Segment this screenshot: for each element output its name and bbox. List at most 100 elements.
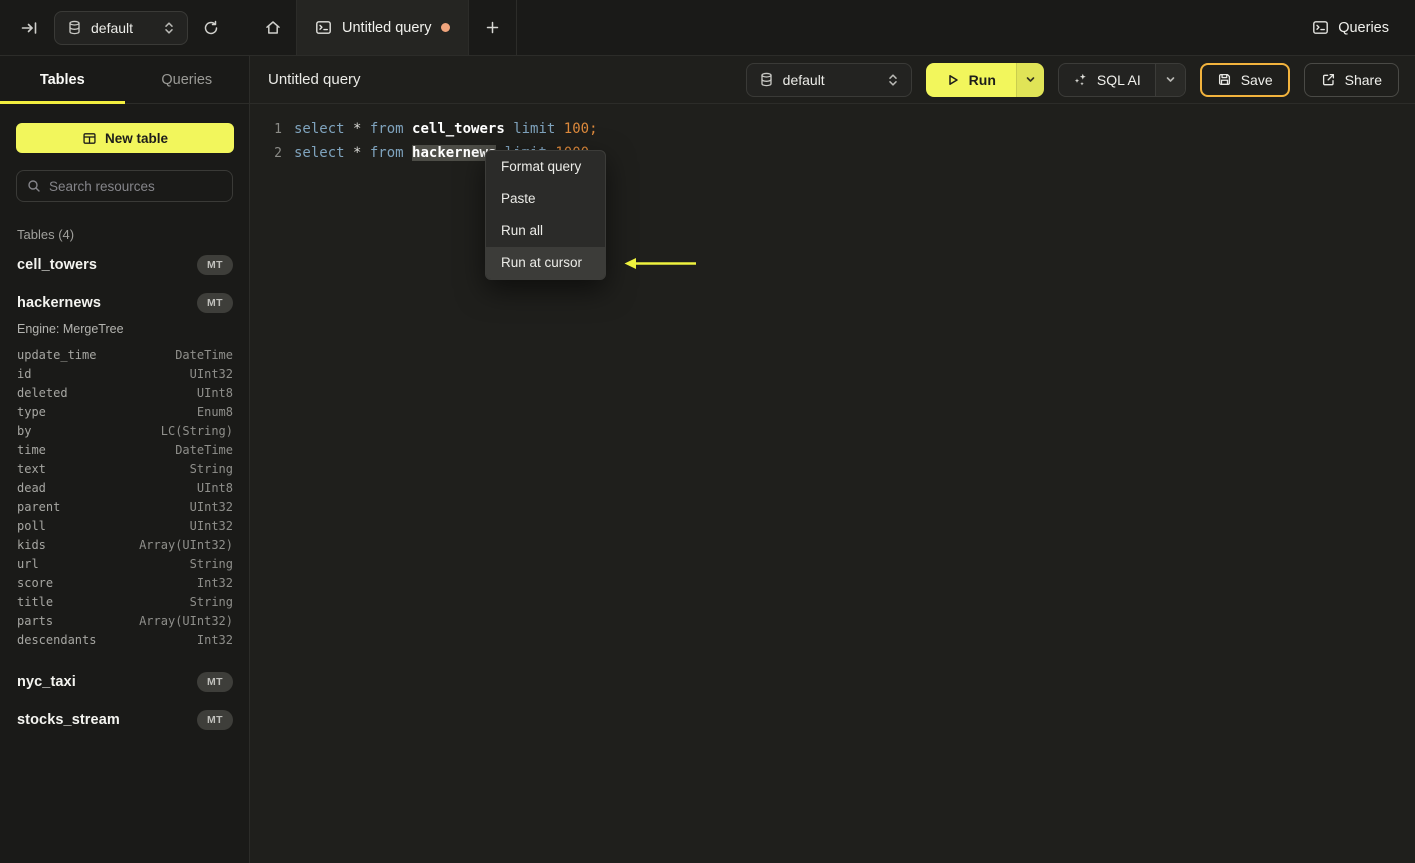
column-type: UInt8 bbox=[196, 385, 233, 400]
editor-header-controls: default Run SQL AI Save Share bbox=[730, 62, 1399, 97]
column-row: text String bbox=[0, 459, 249, 478]
column-row: parent UInt32 bbox=[0, 497, 249, 516]
column-row: parts Array(UInt32) bbox=[0, 611, 249, 630]
run-button[interactable]: Run bbox=[925, 62, 1016, 97]
table-name: hackernews bbox=[17, 295, 102, 311]
collapse-sidebar-icon bbox=[20, 19, 38, 37]
code-line[interactable]: 2select * from hackernews limit 1000 bbox=[250, 141, 1415, 165]
table-row[interactable]: stocks_stream MT bbox=[0, 701, 249, 739]
columns-gap bbox=[0, 649, 249, 663]
chevron-down-icon bbox=[1025, 74, 1036, 85]
menu-item-run-all[interactable]: Run all bbox=[486, 215, 605, 247]
column-name: poll bbox=[17, 518, 46, 533]
sql-ai-options-button[interactable] bbox=[1154, 63, 1185, 96]
plus-icon bbox=[485, 20, 500, 35]
new-table-label: New table bbox=[104, 130, 169, 146]
column-row: type Enum8 bbox=[0, 402, 249, 421]
code-token: limit bbox=[513, 121, 556, 137]
column-row: update_time DateTime bbox=[0, 345, 249, 364]
column-row: id UInt32 bbox=[0, 364, 249, 383]
column-name: id bbox=[17, 366, 32, 381]
queries-panel-button[interactable]: Queries bbox=[1312, 0, 1415, 55]
column-type: DateTime bbox=[175, 347, 233, 362]
code-lines: 1 select * from cell_towers limit 100; 2 se… bbox=[250, 117, 1415, 165]
sidebar-tab-queries[interactable]: Queries bbox=[125, 56, 250, 103]
menu-item-run-at-cursor[interactable]: Run at cursor bbox=[486, 247, 605, 279]
menu-item-paste[interactable]: Paste bbox=[486, 183, 605, 215]
run-options-button[interactable] bbox=[1015, 62, 1044, 97]
home-button[interactable] bbox=[250, 0, 297, 55]
table-row[interactable]: cell_towers MT bbox=[0, 246, 249, 284]
engine-label: Engine: MergeTree bbox=[17, 322, 124, 336]
sidebar: New table Tables (4) cell_towersMThacker… bbox=[0, 104, 250, 863]
editor-header: Untitled query default Run SQL AI Save S… bbox=[250, 56, 1415, 104]
editor-database-selector[interactable]: default bbox=[745, 62, 912, 97]
code-token: from bbox=[369, 145, 404, 161]
column-row: poll UInt32 bbox=[0, 516, 249, 535]
column-name: dead bbox=[17, 480, 46, 495]
column-type: Enum8 bbox=[196, 404, 233, 419]
engine-badge: MT bbox=[197, 710, 233, 730]
topbar-left: default bbox=[0, 0, 250, 55]
topbar: default Untitled query Queries bbox=[0, 0, 1415, 56]
search-input[interactable] bbox=[49, 178, 226, 194]
new-tab-button[interactable] bbox=[469, 0, 518, 55]
code-token: hackernews bbox=[412, 145, 497, 161]
share-button[interactable]: Share bbox=[1303, 62, 1399, 97]
table-row[interactable]: nyc_taxi MT bbox=[0, 663, 249, 701]
sql-ai-label: SQL AI bbox=[1096, 71, 1141, 88]
column-type: UInt32 bbox=[189, 499, 233, 514]
refresh-icon bbox=[202, 19, 220, 37]
code-token: 100; bbox=[563, 121, 598, 137]
sidebar-tab-tables[interactable]: Tables bbox=[0, 56, 125, 104]
save-label: Save bbox=[1240, 71, 1273, 88]
column-type: String bbox=[189, 594, 233, 609]
share-external-icon bbox=[1321, 72, 1336, 87]
column-row: score Int32 bbox=[0, 573, 249, 592]
line-number: 1 bbox=[274, 121, 282, 137]
engine-badge: MT bbox=[197, 293, 233, 313]
sidebar-tab-queries-label: Queries bbox=[161, 71, 213, 88]
column-name: parts bbox=[17, 613, 54, 628]
unsaved-dot bbox=[441, 23, 451, 32]
column-row: by LC(String) bbox=[0, 421, 249, 440]
tables-section-title: Tables (4) bbox=[17, 227, 75, 242]
column-type: DateTime bbox=[175, 442, 233, 457]
code-line[interactable]: 1 select * from cell_towers limit 100; bbox=[250, 117, 1415, 141]
editor-database-value: default bbox=[782, 71, 825, 88]
topbar-database-selector[interactable]: default bbox=[54, 10, 188, 45]
column-name: descendants bbox=[17, 632, 97, 647]
sql-editor[interactable]: 1 select * from cell_towers limit 100; 2 se… bbox=[250, 104, 1415, 863]
column-row: title String bbox=[0, 592, 249, 611]
play-icon bbox=[946, 73, 960, 87]
line-number: 2 bbox=[274, 145, 282, 161]
save-icon bbox=[1217, 72, 1232, 87]
sidebar-tabs: Tables Queries bbox=[0, 56, 250, 104]
column-type: String bbox=[189, 461, 233, 476]
column-name: update_time bbox=[17, 347, 97, 362]
column-type: LC(String) bbox=[160, 423, 233, 438]
column-name: time bbox=[17, 442, 46, 457]
new-table-button[interactable]: New table bbox=[16, 123, 234, 153]
terminal-icon bbox=[1312, 19, 1329, 36]
tab-untitled-query[interactable]: Untitled query bbox=[297, 0, 470, 55]
table-row[interactable]: hackernews MT bbox=[0, 284, 249, 322]
column-name: by bbox=[17, 423, 32, 438]
save-button[interactable]: Save bbox=[1199, 62, 1290, 97]
column-name: type bbox=[17, 404, 46, 419]
code-text: select * from cell_towers limit 100; bbox=[294, 121, 598, 137]
sql-ai-button[interactable]: SQL AI bbox=[1059, 64, 1155, 96]
sparkles-icon bbox=[1073, 72, 1088, 87]
code-token: * bbox=[344, 145, 370, 161]
search-box bbox=[16, 170, 233, 202]
column-name: title bbox=[17, 594, 54, 609]
tables-list: cell_towers MT hackernews MT Engine: MergeTr… bbox=[0, 246, 249, 739]
main: New table Tables (4) cell_towersMThacker… bbox=[0, 104, 1415, 863]
menu-item-format-query[interactable]: Format query bbox=[486, 151, 605, 183]
collapse-sidebar-button[interactable] bbox=[20, 19, 38, 37]
refresh-button[interactable] bbox=[202, 19, 220, 37]
